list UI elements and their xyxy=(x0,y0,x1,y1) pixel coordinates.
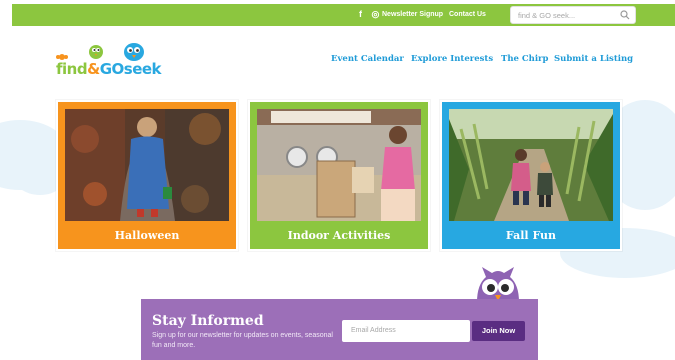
card-label: Fall Fun xyxy=(505,229,557,242)
top-bar: f ◎ Newsletter Signup Contact Us find & … xyxy=(12,4,675,26)
fall-fun-photo xyxy=(449,109,613,221)
card-fall-fun[interactable]: Fall Fun xyxy=(440,100,622,251)
search-placeholder: find & GO seek... xyxy=(518,11,576,20)
logo-wordmark: find&GOseek xyxy=(56,60,162,78)
card-label: Indoor Activities xyxy=(287,229,391,242)
nav-the-chirp[interactable]: The Chirp xyxy=(501,54,548,64)
indoor-activities-photo xyxy=(257,109,421,221)
email-placeholder: Email Address xyxy=(351,327,396,334)
search-icon[interactable] xyxy=(620,10,630,20)
join-now-button[interactable]: Join Now xyxy=(472,321,525,341)
halloween-photo xyxy=(65,109,229,221)
newsletter-subtitle: Sign up for our newsletter for updates o… xyxy=(152,332,333,349)
nav-event-calendar[interactable]: Event Calendar xyxy=(331,54,404,64)
search-input[interactable]: find & GO seek... xyxy=(510,6,636,24)
email-field[interactable]: Email Address xyxy=(342,320,470,342)
card-halloween[interactable]: Halloween xyxy=(56,100,238,251)
nav-explore-interests[interactable]: Explore Interests xyxy=(411,54,493,64)
site-logo[interactable]: find&GOseek xyxy=(52,40,162,82)
newsletter-signup-link[interactable]: Newsletter Signup xyxy=(382,11,443,18)
contact-us-link[interactable]: Contact Us xyxy=(449,11,486,18)
newsletter-title: Stay Informed xyxy=(152,313,264,329)
card-label: Halloween xyxy=(114,229,180,242)
facebook-icon[interactable]: f xyxy=(359,9,362,19)
nav-submit-a-listing[interactable]: Submit a Listing xyxy=(554,54,633,64)
instagram-icon[interactable]: ◎ xyxy=(372,9,380,19)
newsletter-banner: Stay Informed Sign up for our newsletter… xyxy=(141,299,538,360)
page: f ◎ Newsletter Signup Contact Us find & … xyxy=(0,0,675,360)
card-indoor-activities[interactable]: Indoor Activities xyxy=(248,100,430,251)
